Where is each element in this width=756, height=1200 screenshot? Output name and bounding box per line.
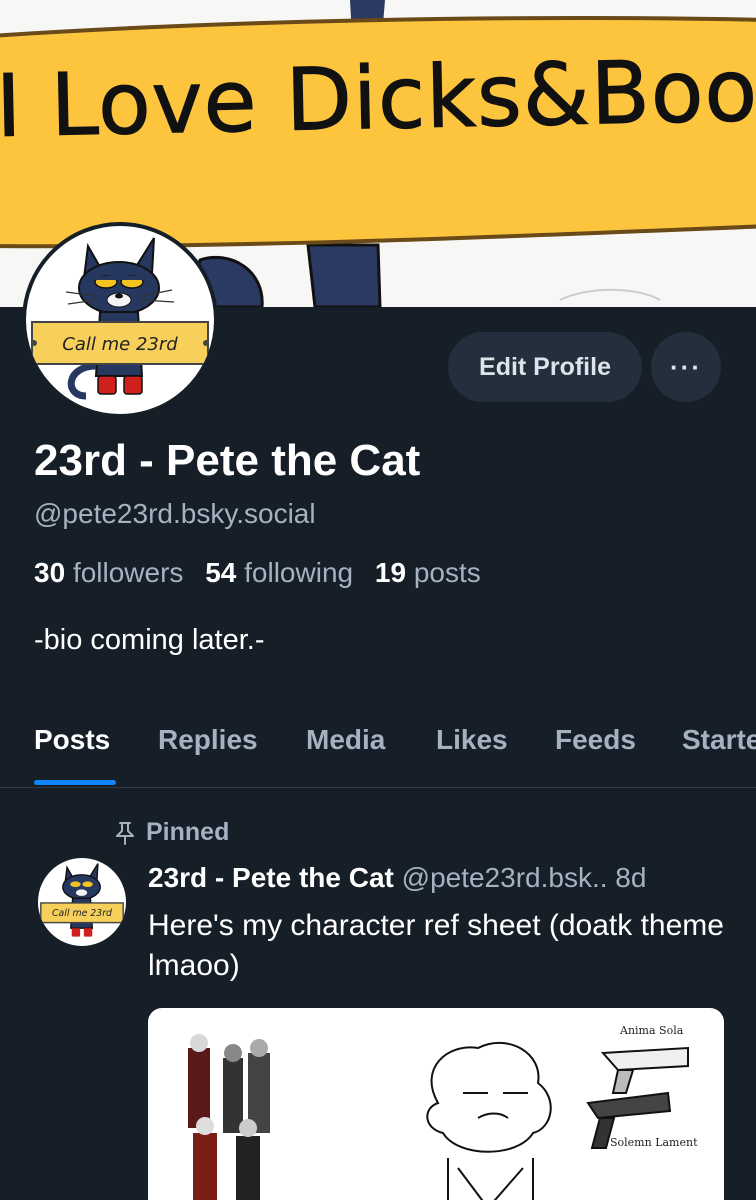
tab-feeds[interactable]: Feeds: [555, 724, 636, 756]
tab-likes[interactable]: Likes: [436, 724, 508, 756]
posts-label: posts: [413, 557, 481, 588]
more-options-icon: ···: [670, 351, 702, 382]
pete-cat-avatar-art: Call me 23rd: [31, 237, 209, 400]
post-timestamp[interactable]: 8d: [615, 862, 646, 893]
edit-profile-button[interactable]: Edit Profile: [448, 332, 642, 402]
image-label-bottom: Solemn Lament: [610, 1136, 698, 1149]
tab-starter-packs[interactable]: Starter Packs: [682, 724, 756, 756]
post-text: Here's my character ref sheet (doatk the…: [148, 909, 724, 982]
display-name: 23rd - Pete the Cat: [34, 436, 421, 485]
post-header: 23rd - Pete the Cat @pete23rd.bsk.. 8d: [148, 862, 646, 894]
post-author-handle[interactable]: @pete23rd.bsk..: [402, 862, 608, 893]
profile-bio: -bio coming later.-: [34, 624, 265, 656]
character-figures: [188, 1034, 270, 1200]
profile-stats: 30 followers 54 following 19 posts: [34, 557, 495, 589]
pinned-label: Pinned: [146, 818, 230, 846]
image-label-top: Anima Sola: [620, 1024, 684, 1037]
banner-title: I Love Dicks&Boobies: [0, 37, 756, 158]
tab-posts[interactable]: Posts: [34, 724, 110, 756]
avatar-small-sign-text: Call me 23rd: [52, 908, 112, 919]
pete-cat-avatar-small-art: Call me 23rd: [40, 863, 124, 937]
pin-icon: [116, 821, 134, 845]
more-options-button[interactable]: ···: [651, 332, 721, 402]
followers-link[interactable]: 30 followers: [34, 557, 183, 588]
following-link[interactable]: 54 following: [205, 557, 353, 588]
tab-replies[interactable]: Replies: [158, 724, 258, 756]
weapon-sketches: [586, 1046, 689, 1149]
active-tab-indicator: [34, 780, 116, 785]
followers-count: 30: [34, 557, 66, 588]
following-count: 54: [205, 557, 237, 588]
profile-tabs: Posts Replies Media Likes Feeds Starter …: [0, 716, 756, 788]
avatar-sign-text: Call me 23rd: [62, 334, 178, 355]
profile-avatar[interactable]: Call me 23rd: [22, 222, 218, 418]
pinned-indicator: Pinned: [114, 818, 229, 847]
post-image[interactable]: Anima Sola Solemn Lament: [148, 1008, 724, 1200]
post-author-avatar[interactable]: Call me 23rd: [38, 858, 126, 946]
post-author-name[interactable]: 23rd - Pete the Cat: [148, 862, 394, 893]
profile-handle: @pete23rd.bsky.social: [34, 498, 316, 529]
tab-media[interactable]: Media: [306, 724, 385, 756]
posts-stat: 19 posts: [375, 557, 481, 588]
posts-count: 19: [374, 557, 407, 588]
character-sketch: [426, 1042, 552, 1200]
followers-label: followers: [72, 557, 184, 588]
following-label: following: [244, 557, 354, 588]
